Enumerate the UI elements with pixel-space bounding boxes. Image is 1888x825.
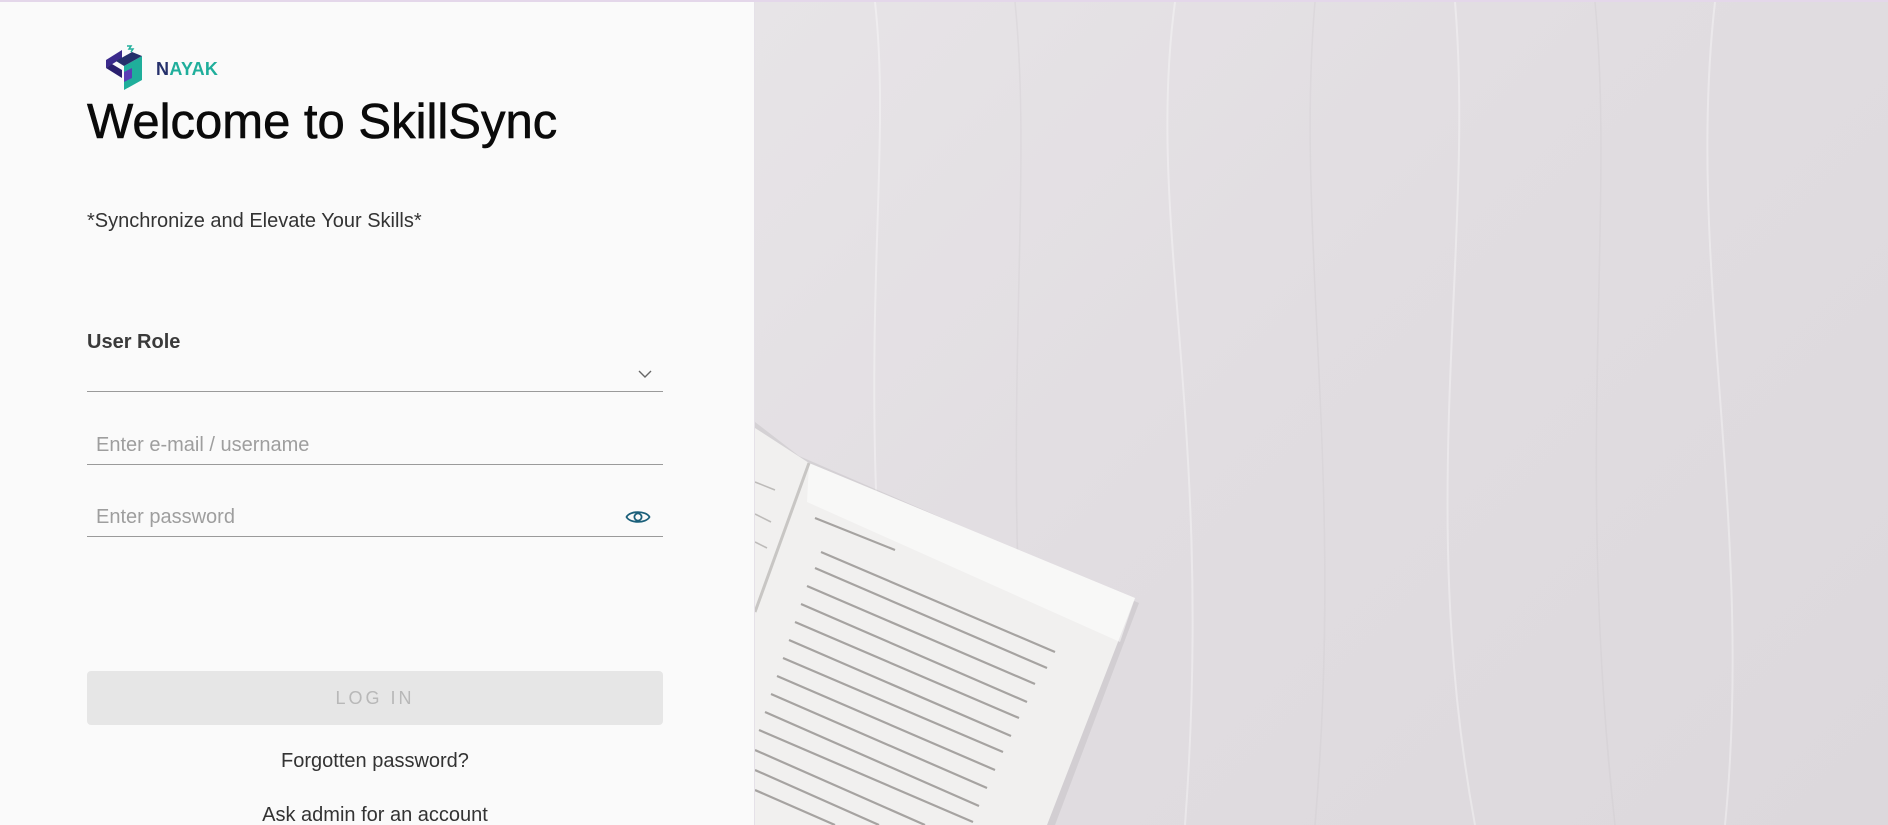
- eye-icon[interactable]: [625, 508, 651, 526]
- user-role-select[interactable]: [87, 358, 663, 392]
- page-title: Welcome to SkillSync: [87, 95, 558, 150]
- nayak-logo-icon: [106, 45, 142, 90]
- email-field-wrapper: [87, 426, 663, 465]
- login-button[interactable]: LOG IN: [87, 671, 663, 725]
- brand-logo: NAYAK: [102, 44, 218, 94]
- page-subtitle: *Synchronize and Elevate Your Skills*: [87, 210, 422, 232]
- hero-image-art: [755, 2, 1734, 825]
- email-input[interactable]: [87, 426, 663, 464]
- forgot-password-link[interactable]: Forgotten password?: [87, 748, 663, 774]
- ask-admin-link[interactable]: Ask admin for an account: [87, 802, 663, 825]
- login-panel: NAYAK Welcome to SkillSync *Synchronize …: [0, 2, 755, 825]
- user-role-label: User Role: [87, 331, 181, 353]
- chevron-down-icon: [638, 370, 652, 378]
- hero-image: [755, 2, 1888, 825]
- logo-wordmark: NAYAK: [156, 59, 218, 80]
- logo-letter-n: N: [156, 58, 170, 79]
- logo-letters-rest: AYAK: [169, 58, 219, 79]
- password-input[interactable]: [87, 498, 663, 536]
- password-field-wrapper: [87, 498, 663, 537]
